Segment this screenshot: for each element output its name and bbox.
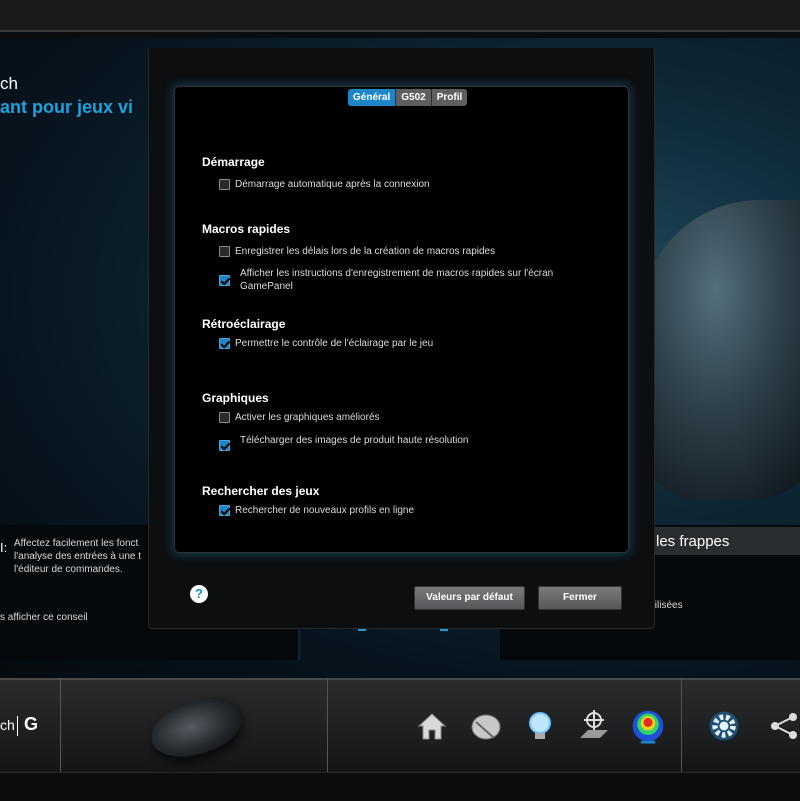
- download-hires-images-checkbox[interactable]: [219, 440, 230, 451]
- tip-marker: I:: [0, 540, 8, 555]
- section-title-backlight: Rétroéclairage: [202, 317, 286, 331]
- background-product-title: ant pour jeux vi: [0, 97, 134, 117]
- share-icon[interactable]: [766, 708, 800, 744]
- close-button[interactable]: Fermer: [538, 586, 622, 610]
- option-label: Rechercher de nouveaux profils en ligne: [235, 505, 414, 516]
- section-title-startup: Démarrage: [202, 155, 265, 169]
- settings-dialog: Général G502 Profil Démarrage Démarrage …: [148, 48, 655, 629]
- option-label: Enregistrer les délais lors de la créati…: [235, 246, 496, 257]
- section-title-graphics: Graphiques: [202, 391, 269, 405]
- background-brand-title: ch: [0, 74, 18, 93]
- option-download-hires-images[interactable]: Télécharger des images de produit haute …: [219, 435, 468, 451]
- logitech-g-logo: G: [24, 714, 39, 734]
- lighting-bulb-icon[interactable]: [522, 708, 558, 744]
- option-search-online-profiles[interactable]: Rechercher de nouveaux profils en ligne: [219, 505, 414, 517]
- tab-profile[interactable]: Profil: [431, 89, 468, 106]
- home-icon[interactable]: [414, 708, 450, 744]
- record-delays-checkbox[interactable]: [219, 246, 230, 257]
- option-label: Démarrage automatique après la connexion: [235, 179, 430, 190]
- logitech-logo-text: ch: [0, 717, 15, 733]
- tip-text: Affectez facilement les fonct l'analyse …: [14, 538, 141, 575]
- option-label: Permettre le contrôle de l'éclairage par…: [235, 338, 434, 349]
- bottom-navigation-bar: [0, 678, 800, 774]
- logo-divider: [17, 716, 18, 736]
- footer-strip: [0, 772, 800, 801]
- option-game-lighting-control[interactable]: Permettre le contrôle de l'éclairage par…: [219, 338, 433, 350]
- bottom-bar-divider: [327, 678, 328, 772]
- option-show-macro-instructions[interactable]: Afficher les instructions d'enregistreme…: [219, 268, 599, 293]
- help-icon[interactable]: ?: [190, 585, 208, 603]
- top-strip: [0, 0, 800, 32]
- restore-defaults-button[interactable]: Valeurs par défaut: [414, 586, 525, 610]
- tab-general[interactable]: Général: [348, 89, 397, 106]
- tab-bar: Général G502 Profil: [348, 89, 468, 106]
- section-title-game-search: Rechercher des jeux: [202, 484, 320, 498]
- search-online-profiles-checkbox[interactable]: [219, 505, 230, 516]
- keystroke-panel-title: les frappes: [656, 533, 730, 550]
- bottom-bar-divider: [681, 678, 682, 772]
- option-auto-start[interactable]: Démarrage automatique après la connexion: [219, 179, 430, 191]
- target-dpi-icon[interactable]: [576, 708, 612, 744]
- section-title-macros: Macros rapides: [202, 222, 291, 236]
- option-enhanced-graphics[interactable]: Activer les graphiques améliorés: [219, 412, 380, 424]
- enhanced-graphics-checkbox[interactable]: [219, 412, 230, 423]
- heatmap-icon[interactable]: [630, 708, 666, 744]
- tab-g502[interactable]: G502: [396, 89, 432, 106]
- option-label: Afficher les instructions d'enregistreme…: [240, 268, 554, 292]
- option-label: Activer les graphiques améliorés: [235, 412, 380, 423]
- mouse-customize-icon[interactable]: [468, 708, 504, 744]
- keystroke-panel-text: tilisées: [652, 600, 683, 611]
- option-record-delays[interactable]: Enregistrer les délais lors de la créati…: [219, 246, 495, 258]
- tip-hide-link[interactable]: s afficher ce conseil: [0, 612, 88, 623]
- settings-gear-icon[interactable]: [706, 708, 742, 744]
- show-macro-instructions-checkbox[interactable]: [219, 275, 230, 286]
- game-lighting-control-checkbox[interactable]: [219, 338, 230, 349]
- bottom-bar-divider: [60, 678, 61, 772]
- option-label: Télécharger des images de produit haute …: [240, 435, 469, 446]
- auto-start-checkbox[interactable]: [219, 179, 230, 190]
